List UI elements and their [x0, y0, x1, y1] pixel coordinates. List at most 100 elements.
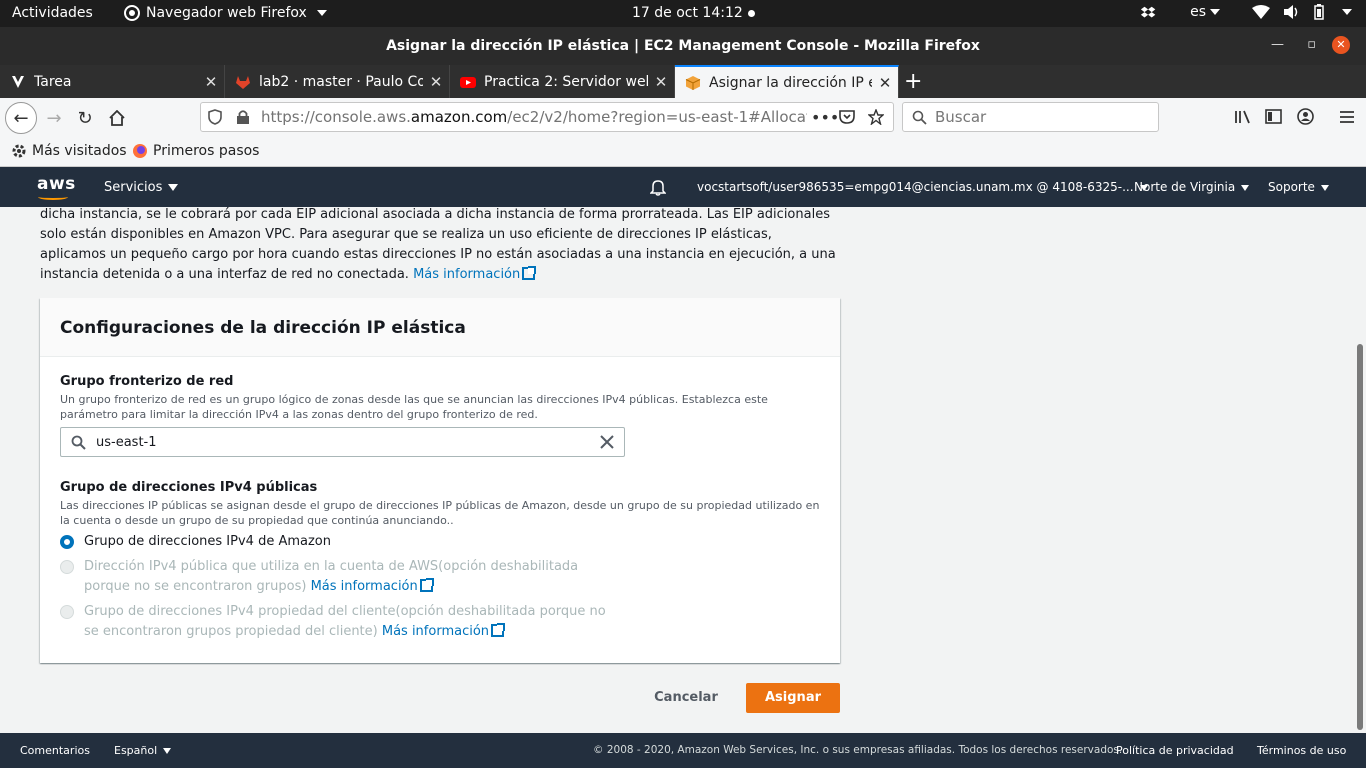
dropbox-icon[interactable]	[1140, 4, 1156, 20]
services-menu[interactable]: Servicios	[104, 180, 179, 195]
bookmark-getting-started[interactable]: Primeros pasos	[132, 143, 259, 159]
wifi-icon[interactable]	[1252, 5, 1270, 19]
home-icon	[109, 110, 125, 126]
feedback-link[interactable]: Comentarios	[20, 744, 90, 757]
radio-label: Grupo de direcciones IPv4 propiedad del …	[84, 604, 606, 639]
hamburger-menu-icon[interactable]	[1339, 110, 1355, 124]
aws-box-icon	[685, 75, 701, 90]
reload-button[interactable]: ↻	[72, 105, 98, 131]
bookmark-star-icon[interactable]	[868, 109, 884, 125]
forward-button[interactable]: →	[41, 105, 67, 131]
ipv4-pool-field: Grupo de direcciones IPv4 públicas Las d…	[60, 480, 820, 639]
radio-aws-account-ipv4: Dirección IPv4 pública que utiliza en la…	[60, 557, 620, 597]
tarea-favicon-icon	[12, 75, 24, 88]
bookmark-most-visited[interactable]: Más visitados	[11, 143, 127, 159]
page-actions-icon[interactable]: •••	[811, 108, 839, 127]
tab-youtube[interactable]: Practica 2: Servidor web ✕	[450, 65, 675, 98]
tab-label: Practica 2: Servidor web	[484, 73, 648, 90]
volume-icon[interactable]	[1284, 5, 1300, 19]
search-bar[interactable]: Buscar	[902, 102, 1159, 132]
search-icon	[71, 435, 86, 450]
sidebar-icon[interactable]	[1265, 109, 1282, 124]
close-tab-icon[interactable]: ✕	[198, 73, 224, 91]
bookmark-label: Primeros pasos	[153, 143, 260, 159]
close-tab-icon[interactable]: ✕	[423, 73, 449, 91]
more-info-link[interactable]: Más información	[413, 266, 537, 282]
support-menu[interactable]: Soporte	[1268, 180, 1329, 194]
radio-customer-owned-pool: Grupo de direcciones IPv4 propiedad del …	[60, 602, 620, 642]
terms-link[interactable]: Términos de uso	[1257, 744, 1346, 757]
gitlab-icon	[236, 75, 250, 89]
eip-settings-panel: Configuraciones de la dirección IP elást…	[40, 298, 840, 663]
system-tray[interactable]: es	[1140, 4, 1352, 20]
privacy-link[interactable]: Política de privacidad	[1116, 744, 1234, 757]
url-bar[interactable]: https://console.aws.amazon.com/ec2/v2/ho…	[200, 102, 894, 132]
system-menu[interactable]	[1338, 4, 1352, 20]
maximize-icon[interactable]: ▫	[1307, 37, 1316, 52]
caret-down-icon	[1241, 184, 1250, 191]
minimize-icon[interactable]: —	[1271, 37, 1284, 52]
aws-console-header: aws Servicios vocstartsoft/user986535=em…	[0, 167, 1366, 207]
border-group-field: Grupo fronterizo de red Un grupo fronter…	[60, 374, 820, 457]
back-button[interactable]: ←	[5, 102, 37, 134]
scrollbar-thumb[interactable]	[1357, 344, 1363, 730]
radio-disabled	[60, 560, 74, 574]
more-info-link[interactable]: Más información	[382, 623, 506, 639]
support-label: Soporte	[1268, 180, 1315, 194]
language-selector[interactable]: Español	[114, 744, 172, 757]
account-icon[interactable]	[1297, 108, 1314, 125]
library-icon[interactable]	[1234, 109, 1252, 125]
tab-strip: Tarea ✕ lab2 · master · Paulo Con ✕ Prac…	[0, 65, 1366, 98]
tab-active-aws[interactable]: Asignar la dirección IP elá ✕	[675, 65, 899, 98]
shield-icon[interactable]	[208, 109, 222, 125]
aws-smile-icon	[38, 194, 68, 200]
close-window-icon[interactable]: ✕	[1332, 36, 1350, 54]
ipv4-pool-description: Las direcciones IP públicas se asignan d…	[60, 499, 820, 527]
tab-label: lab2 · master · Paulo Con	[259, 73, 423, 90]
url-path: /ec2/v2/home?region=us-east-1#AllocateAd…	[507, 108, 807, 126]
region-menu[interactable]: Norte de Virginia	[1134, 180, 1250, 194]
clock[interactable]: 17 de oct 14:12	[632, 5, 743, 21]
scrollbar[interactable]	[1354, 207, 1366, 733]
pocket-icon[interactable]	[839, 109, 855, 125]
radio-label: Grupo de direcciones IPv4 de Amazon	[84, 534, 331, 549]
activities-button[interactable]: Actividades	[12, 5, 93, 21]
close-tab-icon[interactable]: ✕	[648, 73, 674, 91]
assign-button[interactable]: Asignar	[746, 683, 840, 713]
gear-icon	[12, 144, 26, 158]
more-info-label: Más información	[310, 579, 418, 594]
chevron-down-icon	[316, 10, 327, 16]
more-info-label: Más información	[413, 267, 521, 282]
aws-logo[interactable]: aws	[37, 174, 76, 200]
bell-icon[interactable]	[650, 179, 666, 196]
radio-selected[interactable]	[60, 535, 74, 549]
search-placeholder: Buscar	[935, 108, 987, 126]
tab-gitlab[interactable]: lab2 · master · Paulo Con ✕	[225, 65, 450, 98]
border-group-description: Un grupo fronterizo de red es un grupo l…	[60, 393, 768, 421]
tab-label: Asignar la dirección IP elá	[709, 74, 872, 91]
account-menu[interactable]: vocstartsoft/user986535=empg014@ciencias…	[697, 180, 1148, 194]
clear-icon[interactable]	[600, 435, 614, 449]
caret-down-icon	[163, 748, 172, 754]
radio-amazon-pool[interactable]: Grupo de direcciones IPv4 de Amazon	[60, 532, 331, 552]
services-label: Servicios	[104, 180, 163, 195]
tab-tarea[interactable]: Tarea ✕	[0, 65, 225, 98]
border-group-input[interactable]: us-east-1	[60, 427, 625, 457]
more-info-link[interactable]: Más información	[310, 578, 434, 594]
navigation-toolbar: ← → ↻ https://console.aws.amazon.com/ec2…	[0, 98, 1366, 136]
new-tab-button[interactable]: +	[904, 69, 922, 94]
external-link-icon	[491, 623, 506, 637]
url-prefix: https://console.aws.	[261, 108, 411, 126]
app-menu[interactable]: Navegador web Firefox	[124, 5, 327, 21]
intro-paragraph: dicha instancia, se le cobrará por cada …	[40, 207, 840, 285]
cancel-button[interactable]: Cancelar	[645, 683, 727, 713]
search-icon	[912, 110, 927, 125]
notification-dot	[748, 10, 755, 17]
close-tab-icon[interactable]: ✕	[872, 74, 898, 92]
border-group-value: us-east-1	[96, 434, 157, 450]
home-button[interactable]	[104, 105, 130, 131]
keyboard-layout[interactable]: es	[1190, 4, 1220, 20]
lock-icon[interactable]	[236, 109, 250, 125]
battery-icon[interactable]	[1314, 4, 1324, 20]
caret-down-icon	[168, 184, 179, 191]
